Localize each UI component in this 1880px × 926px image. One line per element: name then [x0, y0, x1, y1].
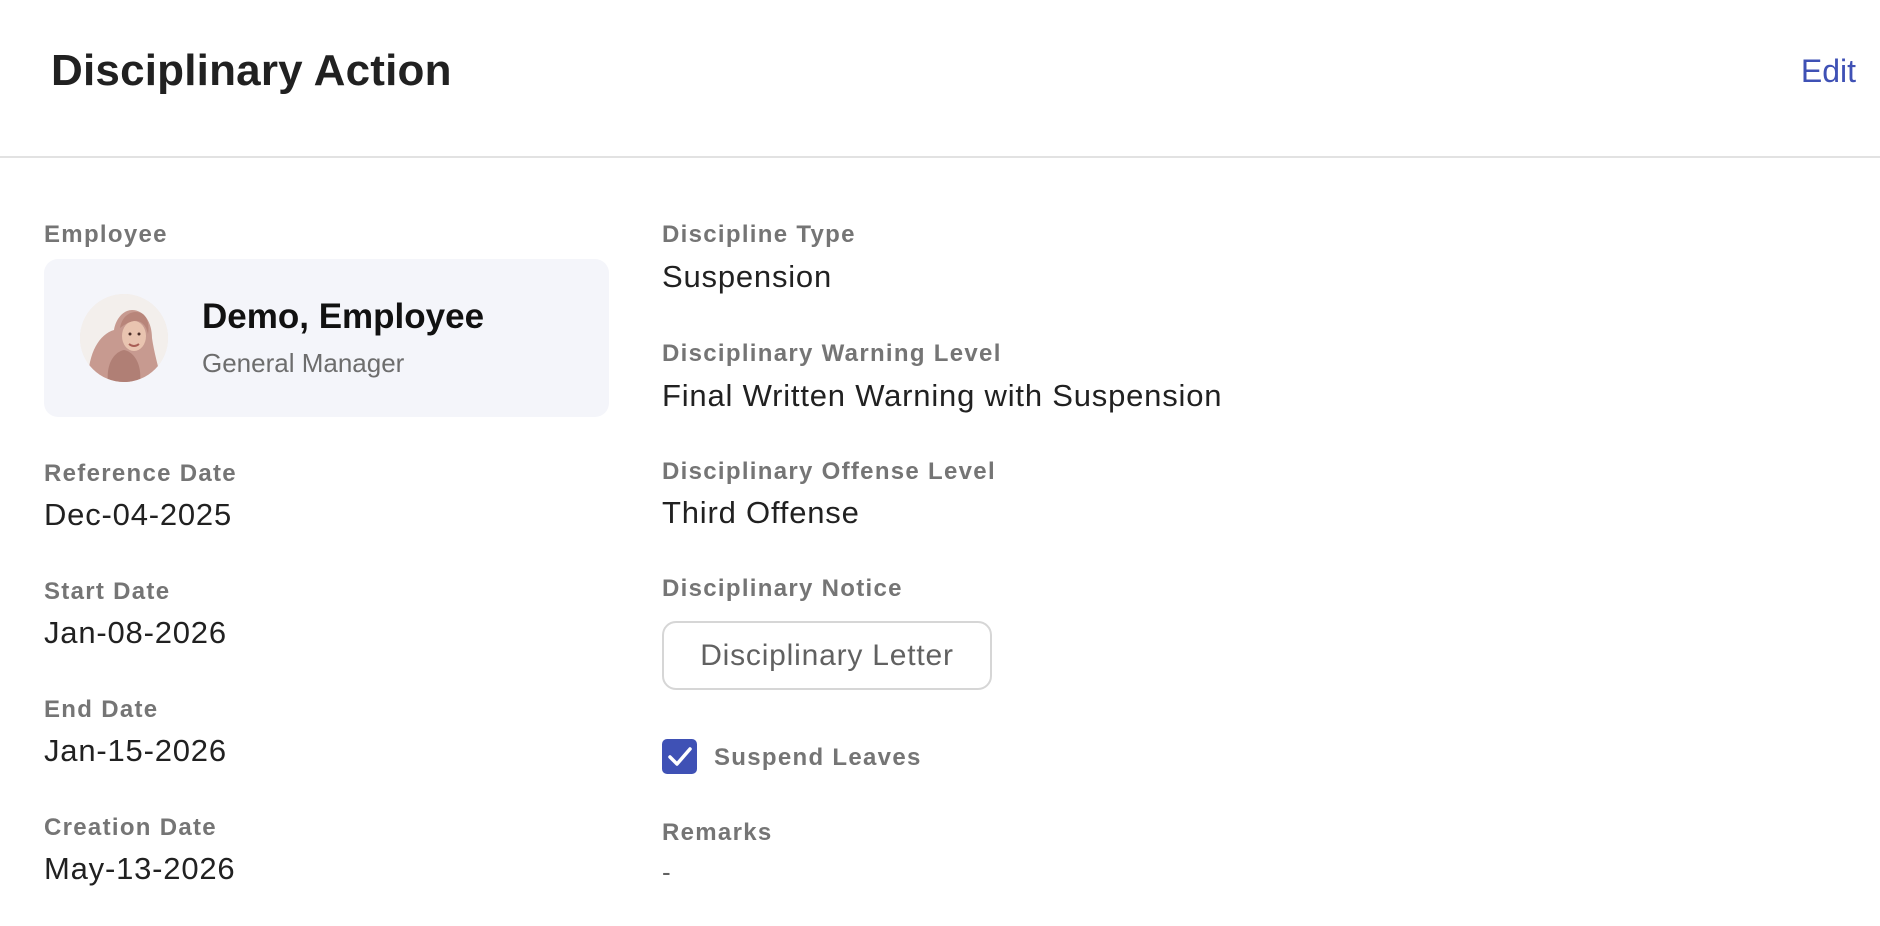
discipline-type-value: Suspension [662, 259, 833, 294]
disciplinary-notice-label: Disciplinary Notice [662, 575, 903, 602]
warning-level-label: Disciplinary Warning Level [662, 340, 1002, 367]
remarks-value: - [662, 857, 672, 887]
employee-name: Demo, Employee [202, 297, 485, 336]
edit-button[interactable]: Edit [1801, 53, 1856, 90]
avatar [80, 294, 168, 382]
suspend-leaves-checkbox[interactable] [662, 739, 697, 774]
disciplinary-letter-button[interactable]: Disciplinary Letter [662, 621, 992, 690]
start-date-value: Jan-08-2026 [44, 615, 227, 650]
offense-level-value: Third Offense [662, 495, 860, 530]
end-date-value: Jan-15-2026 [44, 733, 227, 768]
warning-level-value: Final Written Warning with Suspension [662, 378, 1223, 413]
remarks-label: Remarks [662, 819, 773, 846]
employee-card[interactable]: Demo, Employee General Manager [44, 259, 609, 417]
suspend-leaves-label: Suspend Leaves [714, 744, 922, 771]
page-header: Disciplinary Action Edit [0, 0, 1880, 158]
checkmark-icon [668, 747, 692, 766]
reference-date-value: Dec-04-2025 [44, 497, 233, 532]
employee-label: Employee [44, 221, 168, 248]
creation-date-value: May-13-2026 [44, 851, 236, 886]
creation-date-label: Creation Date [44, 814, 217, 841]
page-title: Disciplinary Action [51, 46, 452, 95]
avatar-photo-icon [80, 294, 168, 382]
end-date-label: End Date [44, 696, 159, 723]
reference-date-label: Reference Date [44, 460, 237, 487]
offense-level-label: Disciplinary Offense Level [662, 458, 996, 485]
employee-role: General Manager [202, 348, 405, 378]
start-date-label: Start Date [44, 578, 171, 605]
discipline-type-label: Discipline Type [662, 221, 856, 248]
